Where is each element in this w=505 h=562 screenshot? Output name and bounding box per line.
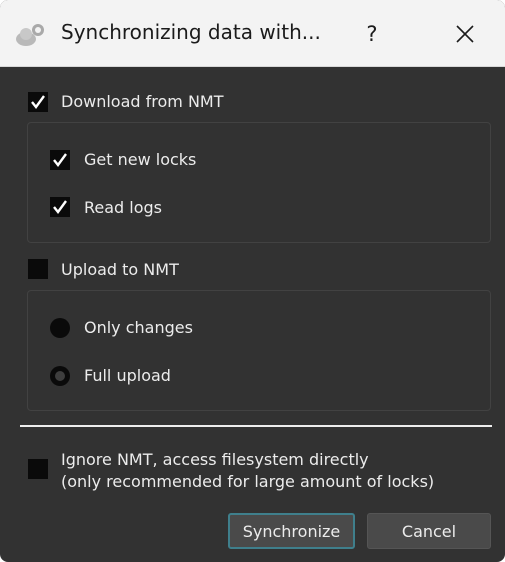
window-title: Synchronizing data with... [61,20,321,44]
upload-label: Upload to NMT [61,260,179,279]
cloud-sync-icon [16,24,44,46]
read-logs-label: Read logs [84,198,163,217]
read-logs-checkbox[interactable] [50,197,70,217]
help-button[interactable]: ? [352,12,392,56]
only-changes-radio[interactable] [50,318,70,338]
checkmark-icon [53,200,67,214]
ignore-nmt-label-line2: (only recommended for large amount of lo… [61,472,435,491]
ignore-nmt-label-line1: Ignore NMT, access filesystem directly [61,450,369,469]
synchronize-button[interactable]: Synchronize [228,513,355,549]
sync-dialog: Synchronizing data with... ? Download fr… [0,0,505,562]
full-upload-radio[interactable] [50,366,70,386]
separator [20,425,492,427]
radio-selected-dot [55,371,65,381]
close-button[interactable] [445,12,485,56]
upload-group [27,290,491,411]
download-checkbox[interactable] [28,92,48,112]
upload-checkbox[interactable] [28,259,48,279]
full-upload-label: Full upload [84,366,171,385]
checkmark-icon [53,153,67,167]
get-new-locks-label: Get new locks [84,150,197,169]
cancel-button[interactable]: Cancel [367,513,491,549]
title-bar: Synchronizing data with... ? [0,0,505,67]
download-label: Download from NMT [61,92,224,111]
ignore-nmt-checkbox[interactable] [28,459,48,479]
only-changes-label: Only changes [84,318,193,337]
get-new-locks-checkbox[interactable] [50,150,70,170]
download-group [27,122,491,243]
checkmark-icon [31,95,45,109]
close-icon [456,25,474,43]
